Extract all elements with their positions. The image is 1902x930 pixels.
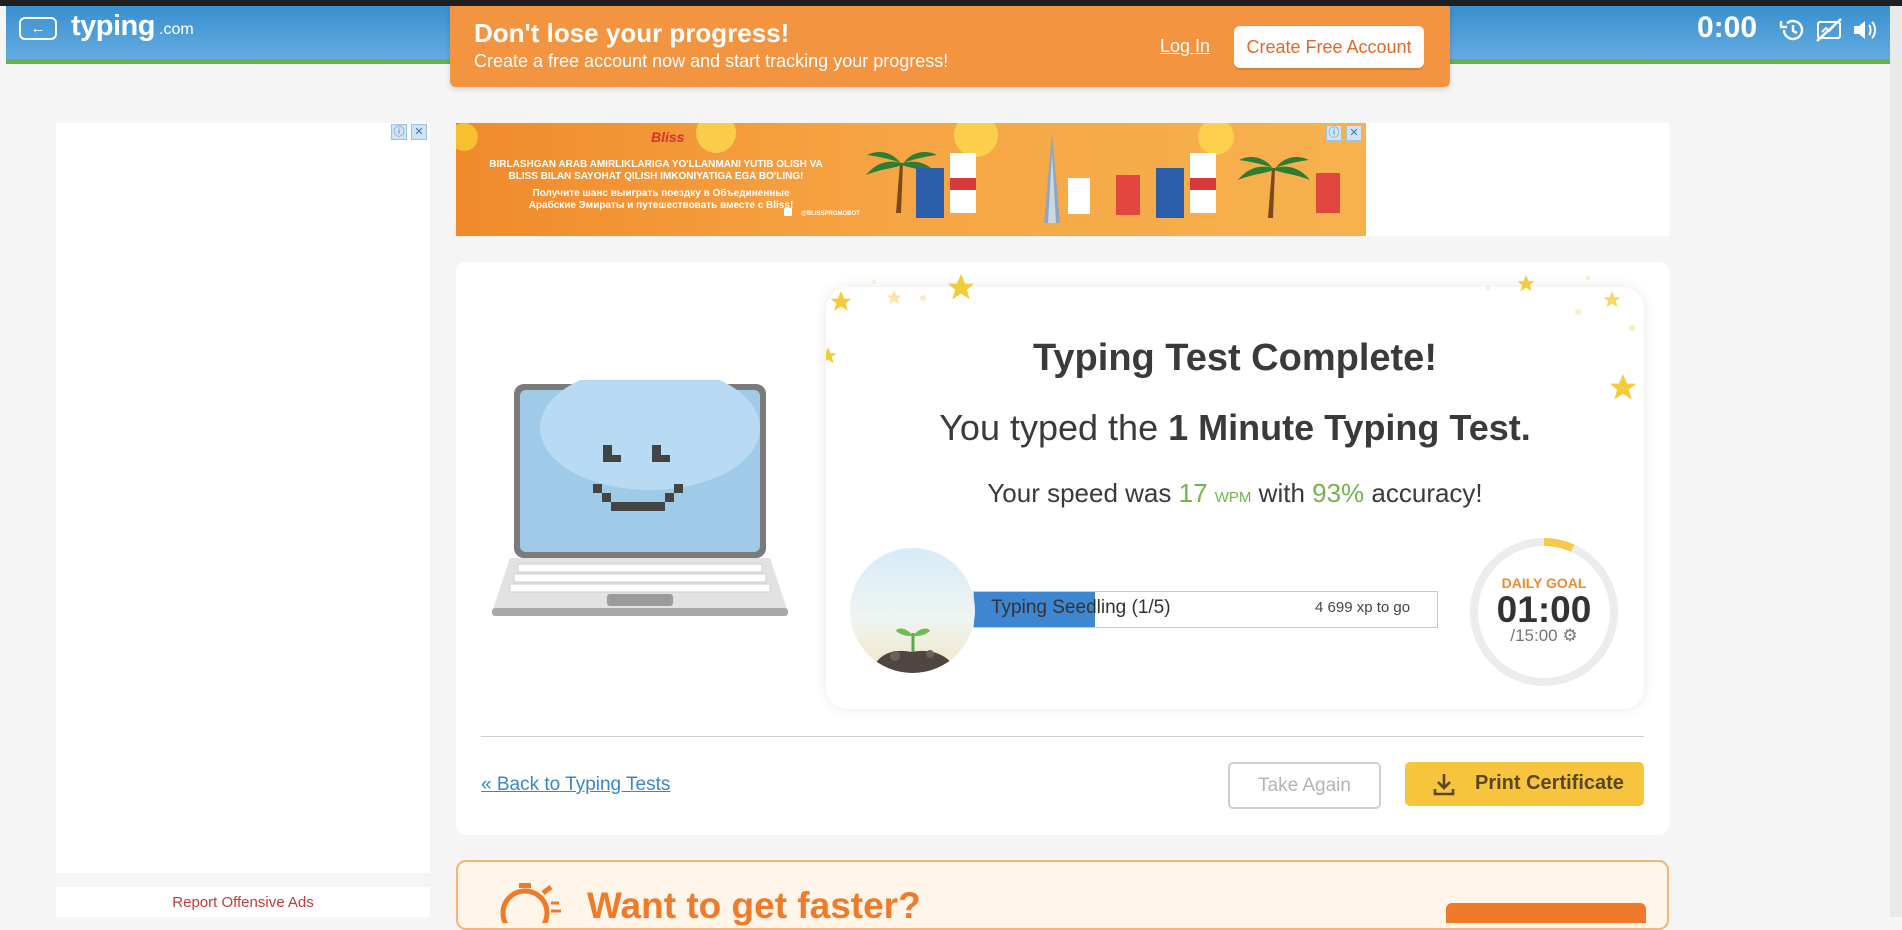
left-ad-slot [56,123,430,873]
seedling-badge [850,548,975,673]
accuracy-value: 93% [1312,478,1365,508]
volume-icon[interactable] [1851,17,1879,43]
history-icon[interactable] [1778,17,1806,43]
timer-display: 0:00 [1697,11,1758,44]
promo-title: Want to get faster? [587,885,921,926]
speed-mid: with [1251,478,1313,508]
download-icon [1433,774,1455,796]
login-link[interactable]: Log In [1160,36,1210,57]
ad-brand-logo: Bliss [651,129,685,145]
take-again-button[interactable]: Take Again [1228,762,1381,809]
site-logo[interactable]: typing [71,10,156,43]
promo-button[interactable] [1446,903,1646,923]
no-typing-icon[interactable] [1815,17,1843,43]
print-certificate-button[interactable]: Print Certificate [1405,762,1644,806]
signup-subtitle: Create a free account now and start trac… [474,51,949,71]
ad-promo-handle: @BLISSPROMOBOT [801,211,860,217]
wpm-unit: WPM [1214,489,1252,506]
adchoices-icon[interactable]: ⓘ [391,124,407,140]
page-scrollbar[interactable] [1890,6,1902,917]
divider [481,736,1644,737]
laptop-mascot-illustration [492,380,788,616]
back-to-tests-link[interactable]: « Back to Typing Tests [481,774,670,796]
results-title: Typing Test Complete! [1033,337,1437,379]
print-certificate-label: Print Certificate [1475,772,1624,794]
ad-text-ru: Получите шанс выиграть поездку в Объедин… [528,188,794,211]
top-ad-banner[interactable]: BIRLASHGAN ARAB AMIRLIKLARIGA YO'LLANMAN… [456,123,1366,236]
speed-prefix: Your speed was [987,478,1179,508]
stopwatch-icon [500,883,561,923]
report-ads-link[interactable]: Report Offensive Ads [56,894,430,911]
signup-title: Don't lose your progress! [474,18,790,48]
results-test-name: You typed the 1 Minute Typing Test. [826,407,1644,449]
results-test-prefix: You typed the [939,407,1169,448]
results-speed-line: Your speed was 17 WPM with 93% accuracy! [826,478,1644,509]
speed-suffix: accuracy! [1364,478,1483,508]
level-label: Typing Seedling (1/5) [991,597,1171,618]
xp-remaining: 4 699 xp to go [1315,599,1411,616]
top-ad-close-icon[interactable]: ✕ [1346,125,1362,141]
create-account-button[interactable]: Create Free Account [1234,26,1424,68]
seedling-icon [870,628,958,673]
daily-goal-time: 01:00 [1496,589,1592,630]
report-ads-box: Report Offensive Ads [56,887,430,917]
daily-goal-total[interactable]: /15:00 ⚙ [1469,626,1619,646]
top-adchoices-icon[interactable]: ⓘ [1326,125,1342,141]
back-button[interactable]: ← [19,17,57,40]
ad-text-uz: BIRLASHGAN ARAB AMIRLIKLARIGA YO'LLANMAN… [489,159,823,182]
signup-banner: Don't lose your progress! Create a free … [450,6,1450,87]
ad-close-icon[interactable]: ✕ [411,124,427,140]
wpm-value: 17 [1178,478,1208,508]
site-logo-suffix[interactable]: .com [159,21,194,39]
results-test-title: 1 Minute Typing Test. [1168,407,1531,448]
